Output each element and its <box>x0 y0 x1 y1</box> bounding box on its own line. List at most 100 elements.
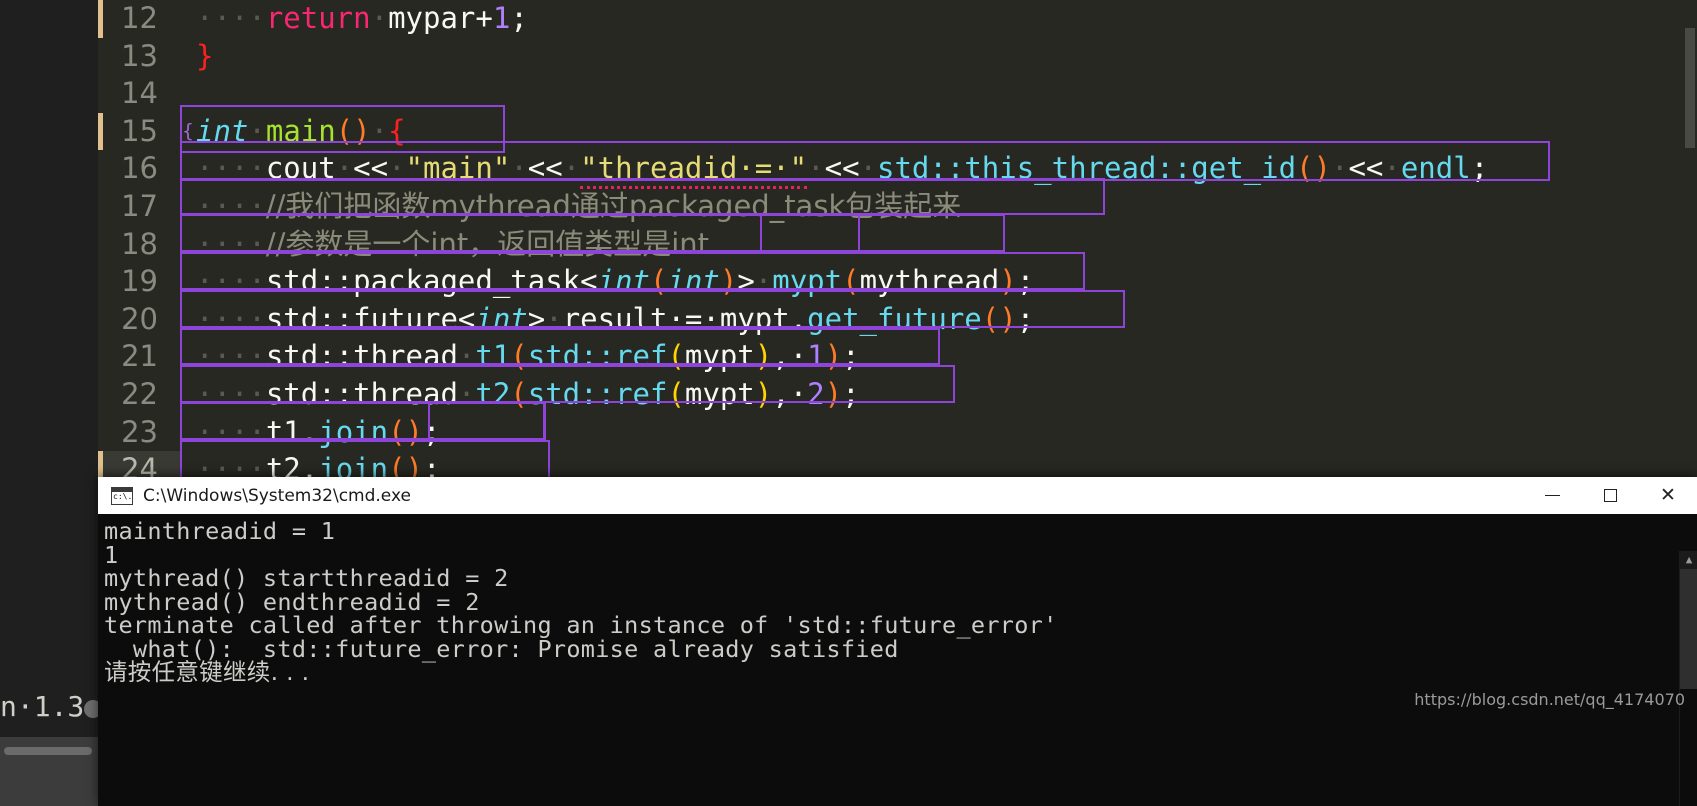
code-token: ( <box>388 414 406 449</box>
line-change-marker <box>98 38 103 76</box>
code-token: · <box>1383 151 1401 186</box>
code-text: int·main()·{ <box>196 113 406 151</box>
editor-vertical-scrollbar[interactable] <box>1683 0 1697 477</box>
minimize-button[interactable] <box>1523 477 1581 514</box>
code-token: ···· <box>196 1 266 35</box>
code-text: } <box>196 38 213 76</box>
code-token: << <box>527 151 563 186</box>
code-line[interactable]: 12 ····return·mypar+1; <box>98 0 1697 38</box>
code-text: ····//我们把函数mythread通过packaged_task包装起来 <box>196 188 961 226</box>
line-number: 12 <box>121 1 158 35</box>
horizontal-scrollbar-thumb[interactable] <box>4 747 92 755</box>
code-line[interactable]: 14 <box>98 75 1697 113</box>
screen-root: 12 ····return·mypar+1; 13} 14 15{int·main()·… <box>0 0 1697 806</box>
code-token: ) <box>824 339 843 374</box>
code-line[interactable]: 15{int·main()·{ <box>98 112 1697 151</box>
code-token: ; <box>1016 264 1035 299</box>
editor-scrollbar-thumb[interactable] <box>1685 28 1695 148</box>
code-token: mypt <box>772 264 843 299</box>
code-token: std::thread <box>265 339 458 374</box>
code-token: ,· <box>772 339 808 374</box>
code-token: · <box>370 1 389 35</box>
code-token: ·=· <box>667 301 720 336</box>
code-token: join <box>318 414 389 449</box>
code-token: · <box>1330 151 1349 186</box>
cmd-scrollbar-thumb[interactable] <box>1680 569 1697 689</box>
code-text: ····cout·<<·"main"·<<·"threadid·=·"·<<·s… <box>196 150 1488 190</box>
line-change-marker <box>98 112 103 151</box>
bottom-scrollbar-strip[interactable] <box>0 737 98 806</box>
code-token: · <box>754 264 773 299</box>
code-token: t1 <box>475 339 511 374</box>
cmd-output-lines: mainthreadid = 1 1 mythread() startthreadi… <box>104 517 1697 686</box>
code-token: ···· <box>196 414 266 449</box>
code-token: "main" <box>405 151 511 186</box>
code-line[interactable]: 17 ····//我们把函数mythread通过packaged_task包装起来 <box>98 188 1697 226</box>
code-token: ; <box>842 376 860 411</box>
code-token: · <box>807 151 825 186</box>
fold-indicator-icon[interactable]: { <box>180 113 196 151</box>
maximize-button[interactable] <box>1581 477 1639 514</box>
code-token: > <box>737 264 755 299</box>
code-token: ( <box>842 264 860 299</box>
cmd-vertical-scrollbar[interactable]: ▲ <box>1679 551 1697 806</box>
code-token: ( <box>510 339 528 374</box>
code-token: << <box>353 151 389 186</box>
line-number: 17 <box>121 188 158 223</box>
code-line[interactable]: 20 ····std::future<int>·result·=·mypt.get… <box>98 301 1697 339</box>
code-token: ···· <box>196 339 266 374</box>
code-token: ···· <box>196 188 266 223</box>
code-token: << <box>824 151 860 186</box>
code-token: ) <box>1313 151 1331 186</box>
code-line[interactable]: 19 ····std::packaged_task<int(int)>·mypt(… <box>98 263 1697 301</box>
code-token: ( <box>1296 151 1314 186</box>
code-token: //参数是一个int，返回值类型是int <box>265 226 710 261</box>
code-text: ····return·mypar+1; <box>196 0 528 38</box>
code-token: ; <box>510 1 528 35</box>
console-output-line: 请按任意键继续. . . <box>104 658 310 686</box>
code-token: ) <box>754 376 773 411</box>
code-token: 1 <box>492 1 511 35</box>
code-token: · <box>457 376 476 411</box>
code-token: 2 <box>807 376 825 411</box>
code-token: mypt. <box>719 301 808 336</box>
code-text: ····//参数是一个int，返回值类型是int <box>196 226 709 264</box>
cmd-console-window[interactable]: C:\Windows\System32\cmd.exe ✕ mainthread… <box>98 477 1697 806</box>
line-change-marker <box>98 338 103 376</box>
line-change-marker <box>98 150 103 188</box>
console-output-line: mainthreadid = 1 <box>104 517 336 545</box>
code-token: ( <box>667 376 685 411</box>
code-token: ···· <box>196 301 266 336</box>
code-line[interactable]: 13} <box>98 38 1697 76</box>
line-change-marker <box>98 188 103 226</box>
line-number: 21 <box>121 339 158 374</box>
code-token: ) <box>824 376 843 411</box>
code-line[interactable]: 22 ····std::thread·t2(std::ref(mypt),·2); <box>98 376 1697 414</box>
code-token: int <box>196 113 249 148</box>
code-token: "threadid·=·" <box>580 151 808 190</box>
close-button[interactable]: ✕ <box>1639 477 1697 514</box>
code-token: std::this_thread::get_id <box>877 151 1297 186</box>
code-token: ) <box>999 264 1017 299</box>
code-token: mypar+ <box>388 1 493 35</box>
code-token: < <box>580 264 598 299</box>
code-token: · <box>335 151 354 186</box>
code-line[interactable]: 23 ····t1.join(); <box>98 414 1697 452</box>
code-text: ····std::thread·t1(std::ref(mypt),·1); <box>196 338 860 376</box>
code-token: int <box>667 264 720 299</box>
code-text: ····std::thread·t2(std::ref(mypt),·2); <box>196 376 860 414</box>
code-token: ( <box>335 113 354 148</box>
code-token: < <box>457 301 476 336</box>
code-line[interactable]: 18 ····//参数是一个int，返回值类型是int <box>98 226 1697 264</box>
cmd-title-bar[interactable]: C:\Windows\System32\cmd.exe ✕ <box>98 477 1697 514</box>
code-token: result <box>562 301 668 336</box>
code-token: std::packaged_task <box>265 264 581 299</box>
scroll-up-arrow-icon[interactable]: ▲ <box>1680 551 1697 569</box>
code-token: · <box>457 339 476 374</box>
cmd-console-icon <box>111 486 133 505</box>
code-line[interactable]: 21 ····std::thread·t1(std::ref(mypt),·1); <box>98 338 1697 376</box>
code-token: · <box>510 151 528 186</box>
line-change-marker <box>98 414 103 452</box>
cmd-output-area[interactable]: mainthreadid = 1 1 mythread() startthreadi… <box>98 514 1697 806</box>
code-line[interactable]: 16 ····cout·<<·"main"·<<·"threadid·=·"·<<… <box>98 150 1697 190</box>
